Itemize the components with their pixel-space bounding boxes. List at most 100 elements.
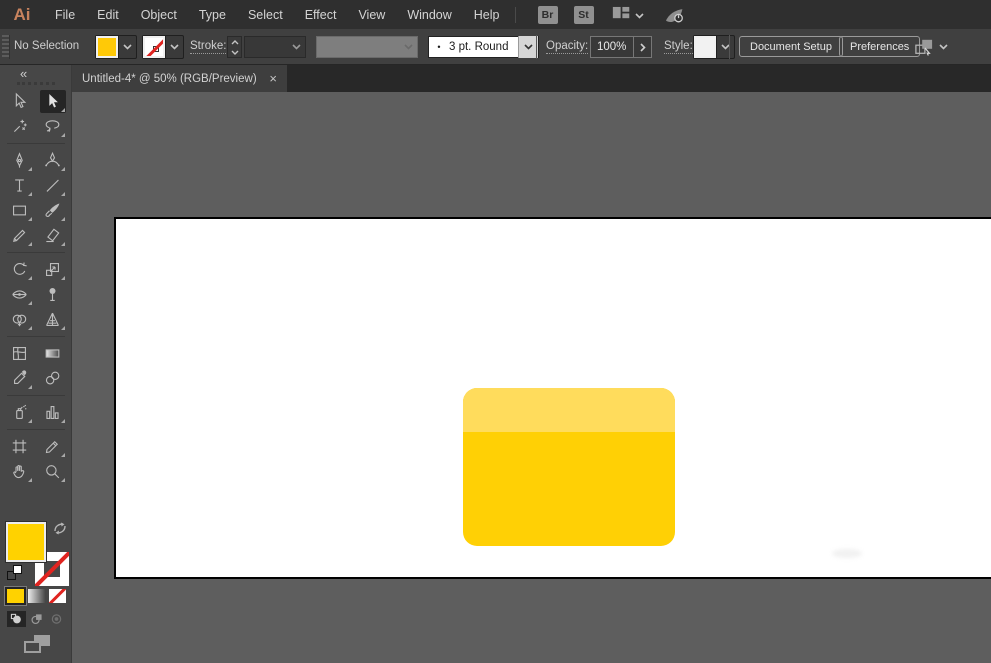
chevron-down-icon — [635, 8, 644, 22]
workspace-switcher[interactable] — [612, 5, 644, 24]
document-tab[interactable]: Untitled-4* @ 50% (RGB/Preview) × — [72, 65, 287, 92]
stroke-weight-combobox[interactable] — [244, 36, 306, 58]
stroke-color-control[interactable] — [142, 35, 184, 59]
document-tab-bar: Untitled-4* @ 50% (RGB/Preview) × — [72, 65, 991, 92]
tool-mesh[interactable] — [7, 342, 33, 365]
opacity-field[interactable]: 100% — [590, 36, 652, 58]
gpu-performance-icon[interactable] — [662, 5, 686, 25]
close-tab-icon[interactable]: × — [269, 71, 277, 86]
yellow-rounded-rectangle[interactable] — [463, 388, 675, 546]
selection-icon — [10, 92, 29, 111]
document-setup-button[interactable]: Document Setup — [739, 36, 843, 57]
opacity-label[interactable]: Opacity: — [546, 40, 588, 54]
menu-type[interactable]: Type — [188, 8, 237, 22]
menu-window[interactable]: Window — [396, 8, 462, 22]
stroke-weight-stepper[interactable] — [227, 36, 242, 58]
controlbar-divider — [729, 35, 730, 59]
tool-curvature[interactable] — [40, 149, 66, 172]
toolbar-separator — [7, 429, 65, 430]
draw-behind-button[interactable] — [27, 611, 46, 627]
tool-gradient[interactable] — [40, 342, 66, 365]
swap-fill-stroke-icon[interactable] — [53, 522, 67, 540]
chevron-down-icon — [939, 44, 948, 50]
menu-edit[interactable]: Edit — [86, 8, 130, 22]
stroke-none-swatch[interactable] — [143, 36, 165, 58]
tool-lasso[interactable] — [40, 115, 66, 138]
blend-icon — [43, 369, 62, 388]
tool-hand[interactable] — [7, 460, 33, 483]
tool-shaper[interactable] — [7, 224, 33, 247]
fill-indicator[interactable] — [6, 522, 46, 562]
curvature-icon — [43, 151, 62, 170]
tool-slice[interactable] — [40, 435, 66, 458]
tool-magic-wand[interactable] — [7, 115, 33, 138]
tool-line-segment[interactable] — [40, 174, 66, 197]
tool-selection[interactable] — [7, 90, 33, 113]
gradient-button[interactable] — [28, 589, 45, 603]
color-button[interactable] — [7, 589, 24, 603]
draw-normal-button[interactable] — [7, 611, 26, 627]
tool-blend[interactable] — [40, 367, 66, 390]
tool-width-tool[interactable] — [7, 283, 33, 306]
tool-artboard-tool[interactable] — [7, 435, 33, 458]
style-label[interactable]: Style: — [664, 40, 693, 54]
menu-view[interactable]: View — [347, 8, 396, 22]
collapse-panel-button[interactable]: « — [20, 66, 27, 81]
tool-rotate[interactable] — [7, 258, 33, 281]
slice-icon — [43, 437, 62, 456]
menu-object[interactable]: Object — [130, 8, 188, 22]
chevron-down-icon[interactable] — [287, 44, 305, 50]
chevron-right-icon — [640, 43, 646, 52]
menu-select[interactable]: Select — [237, 8, 294, 22]
faint-smudge — [832, 549, 862, 558]
tool-direct-selection[interactable] — [40, 90, 66, 113]
tool-symbol-sprayer[interactable] — [7, 401, 33, 424]
none-button[interactable] — [49, 589, 66, 603]
fill-swatch[interactable] — [96, 36, 118, 58]
align-options-control[interactable] — [914, 38, 948, 56]
menu-help[interactable]: Help — [463, 8, 511, 22]
menu-bar: Ai FileEditObjectTypeSelectEffectViewWin… — [0, 0, 991, 29]
bridge-button[interactable]: Br — [538, 6, 558, 24]
tool-eraser[interactable] — [40, 224, 66, 247]
stepper-down-button[interactable] — [228, 47, 241, 57]
tool-zoom[interactable] — [40, 460, 66, 483]
tool-perspective-grid[interactable] — [40, 308, 66, 331]
draw-inside-button[interactable] — [47, 611, 66, 627]
default-fill-stroke-icon[interactable] — [7, 565, 22, 580]
artboard[interactable] — [114, 217, 991, 579]
color-mode-row — [0, 589, 72, 603]
workspace-layout-icon — [612, 5, 631, 24]
style-swatch[interactable] — [694, 36, 716, 58]
panel-grip[interactable] — [17, 82, 55, 85]
stroke-weight-label[interactable]: Stroke: — [190, 40, 226, 54]
stock-button[interactable]: St — [574, 6, 594, 24]
change-screen-mode-button[interactable] — [24, 635, 50, 653]
control-bar: No Selection Stroke: — [0, 29, 991, 65]
tool-eyedropper[interactable] — [7, 367, 33, 390]
brush-definition-combobox[interactable]: • 3 pt. Round — [428, 36, 539, 58]
fill-color-control[interactable] — [95, 35, 137, 59]
toolbar-separator — [7, 252, 65, 253]
stepper-up-button[interactable] — [228, 37, 241, 47]
stroke-dropdown-button[interactable] — [165, 36, 183, 58]
align-selection-icon — [914, 38, 934, 56]
tool-column-graph[interactable] — [40, 401, 66, 424]
tool-scale[interactable] — [40, 258, 66, 281]
tool-type[interactable] — [7, 174, 33, 197]
style-dropdown-button[interactable] — [716, 36, 734, 58]
opacity-expand-button[interactable] — [633, 37, 651, 57]
gradient-icon — [43, 344, 62, 363]
canvas[interactable] — [72, 92, 991, 663]
preferences-button[interactable]: Preferences — [839, 36, 920, 57]
fill-stroke-indicator — [5, 520, 69, 588]
menu-file[interactable]: File — [44, 8, 86, 22]
fill-dropdown-button[interactable] — [118, 36, 136, 58]
tool-rectangle[interactable] — [7, 199, 33, 222]
controlbar-grip[interactable] — [2, 35, 10, 59]
tool-puppet-warp[interactable] — [40, 283, 66, 306]
menu-effect[interactable]: Effect — [294, 8, 348, 22]
tool-paintbrush[interactable] — [40, 199, 66, 222]
tool-shape-builder[interactable] — [7, 308, 33, 331]
tool-pen[interactable] — [7, 149, 33, 172]
